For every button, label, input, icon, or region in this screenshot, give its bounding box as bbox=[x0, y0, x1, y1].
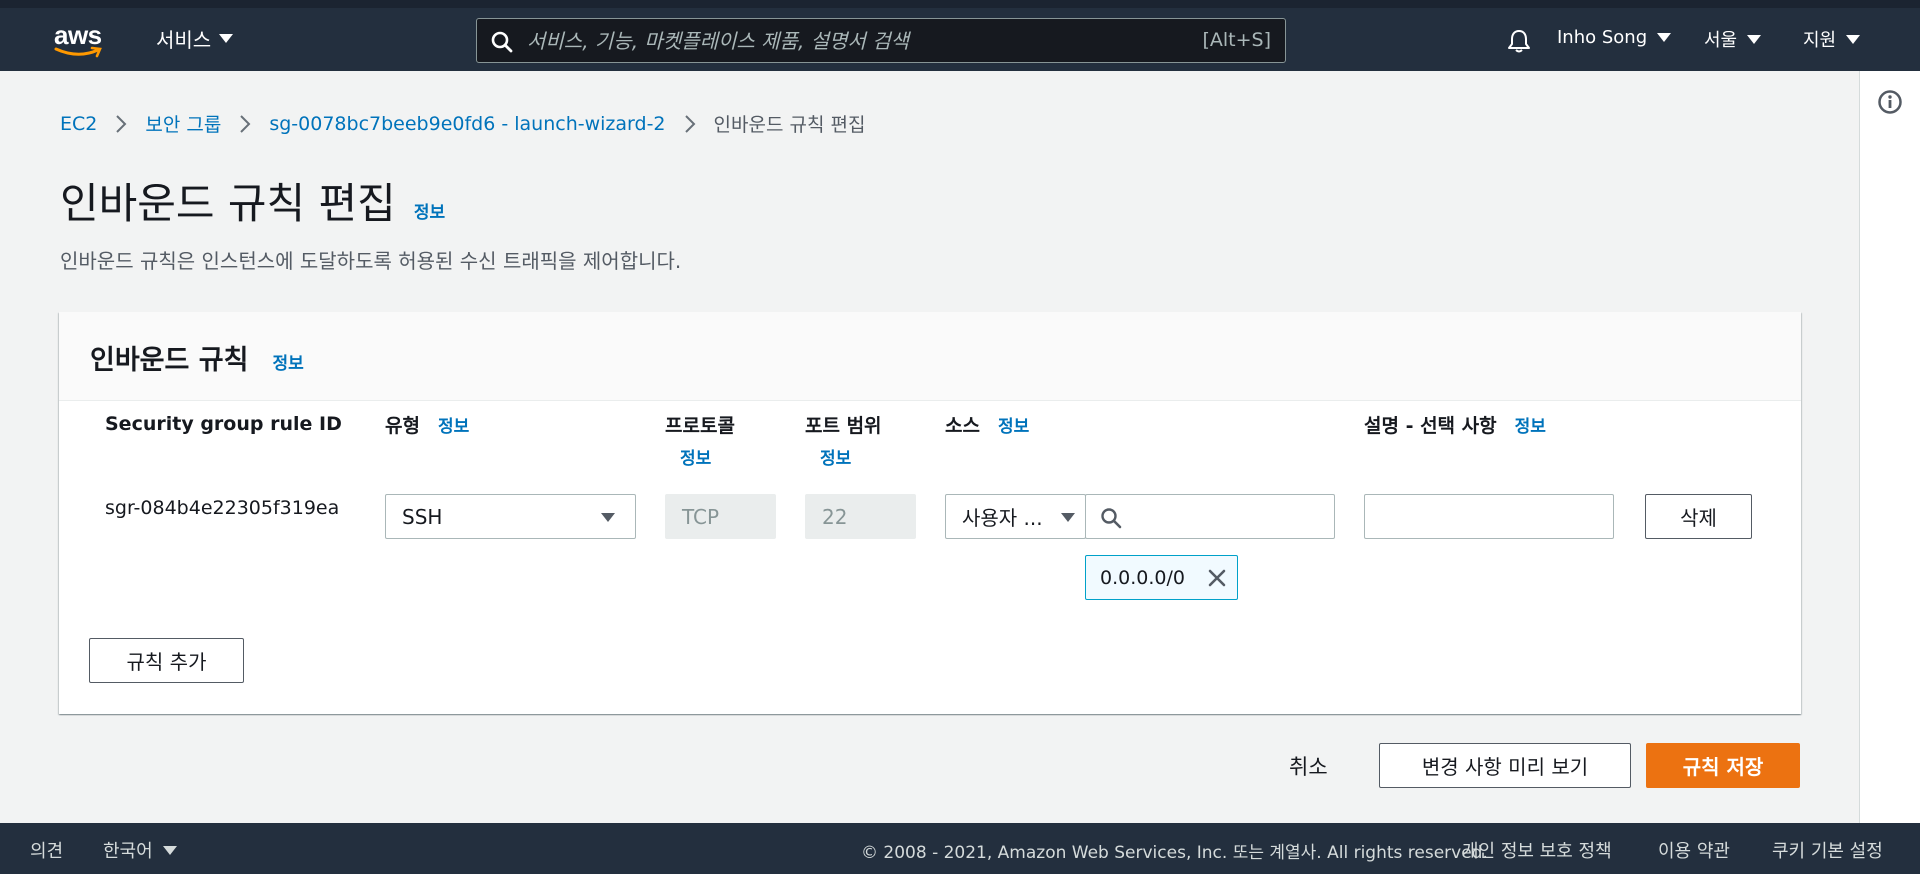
caret-down-icon bbox=[1657, 33, 1672, 42]
breadcrumb-ec2[interactable]: EC2 bbox=[60, 113, 97, 135]
save-label: 규칙 저장 bbox=[1682, 755, 1764, 779]
page-title: 인바운드 규칙 편집 정보 bbox=[60, 170, 445, 231]
search-shortcut: [Alt+S] bbox=[1202, 29, 1271, 51]
col-header-rule-id: Security group rule ID bbox=[105, 413, 342, 435]
top-nav: aws 서비스 [Alt+S] Inho Song 서울 지원 bbox=[0, 0, 1920, 71]
col-source-info-link[interactable]: 정보 bbox=[998, 417, 1029, 437]
page-info-link[interactable]: 정보 bbox=[414, 198, 445, 223]
caret-down-icon bbox=[1747, 34, 1762, 44]
aws-logo-text: aws bbox=[54, 20, 102, 50]
panel-title-text: 인바운드 규칙 bbox=[90, 345, 249, 376]
panel-info-link[interactable]: 정보 bbox=[272, 349, 303, 374]
support-menu[interactable]: 지원 bbox=[1803, 26, 1861, 52]
close-icon[interactable] bbox=[1207, 568, 1227, 588]
global-search[interactable]: [Alt+S] bbox=[476, 18, 1286, 63]
feedback-link[interactable]: 의견 bbox=[30, 837, 63, 863]
col-header-description: 설명 - 선택 사항 정보 bbox=[1364, 411, 1546, 438]
protocol-field: TCP bbox=[665, 494, 776, 539]
source-token-value: 0.0.0.0/0 bbox=[1100, 566, 1185, 589]
search-icon bbox=[491, 31, 513, 53]
user-name: Inho Song bbox=[1557, 27, 1648, 48]
rule-id-value: sgr-084b4e22305f319ea bbox=[105, 497, 340, 519]
footer: 의견 한국어 © 2008 - 2021, Amazon Web Service… bbox=[0, 823, 1920, 874]
search-icon bbox=[1101, 508, 1122, 529]
caret-down-icon bbox=[219, 34, 234, 43]
caret-down-icon bbox=[601, 513, 615, 522]
source-type-select[interactable]: 사용자 ... bbox=[945, 494, 1086, 539]
col-protocol-label: 프로토콜 bbox=[665, 415, 735, 437]
inbound-rules-panel: 인바운드 규칙 정보 Security group rule ID 유형 정보 프… bbox=[59, 312, 1801, 714]
col-port-info-link[interactable]: 정보 bbox=[820, 444, 882, 469]
notification-bell-icon[interactable] bbox=[1506, 28, 1532, 54]
caret-down-icon bbox=[1846, 34, 1861, 44]
services-label: 서비스 bbox=[156, 28, 212, 52]
caret-down-icon bbox=[162, 845, 177, 855]
port-value: 22 bbox=[822, 504, 848, 529]
delete-label: 삭제 bbox=[1680, 506, 1717, 530]
col-description-info-link[interactable]: 정보 bbox=[1515, 417, 1546, 437]
source-token: 0.0.0.0/0 bbox=[1085, 555, 1238, 600]
col-source-label: 소스 bbox=[945, 415, 980, 437]
language-label: 한국어 bbox=[103, 841, 153, 862]
services-menu[interactable]: 서비스 bbox=[156, 24, 234, 53]
description-input[interactable] bbox=[1364, 494, 1614, 539]
cookie-settings-link[interactable]: 쿠키 기본 설정 bbox=[1772, 837, 1883, 863]
aws-smile-icon bbox=[54, 46, 102, 58]
panel-header: 인바운드 규칙 정보 bbox=[59, 312, 1801, 401]
col-description-label: 설명 - 선택 사항 bbox=[1364, 415, 1497, 437]
breadcrumb-security-groups[interactable]: 보안 그룹 bbox=[145, 110, 221, 137]
panel-title: 인바운드 규칙 정보 bbox=[90, 338, 304, 377]
user-menu[interactable]: Inho Song bbox=[1557, 27, 1672, 48]
terms-link[interactable]: 이용 약관 bbox=[1658, 837, 1730, 863]
support-label: 지원 bbox=[1803, 30, 1837, 51]
copyright-text: © 2008 - 2021, Amazon Web Services, Inc.… bbox=[861, 843, 1488, 863]
cancel-button[interactable]: 취소 bbox=[1289, 751, 1328, 781]
search-input[interactable] bbox=[527, 19, 1167, 62]
page-title-text: 인바운드 규칙 편집 bbox=[60, 179, 396, 228]
delete-rule-button[interactable]: 삭제 bbox=[1645, 494, 1752, 539]
add-rule-label: 규칙 추가 bbox=[126, 650, 207, 674]
type-select[interactable]: SSH bbox=[385, 494, 636, 539]
save-rules-button[interactable]: 규칙 저장 bbox=[1646, 743, 1800, 788]
breadcrumb: EC2 보안 그룹 sg-0078bc7beeb9e0fd6 - launch-… bbox=[60, 110, 865, 137]
preview-label: 변경 사항 미리 보기 bbox=[1421, 755, 1589, 779]
breadcrumb-security-group[interactable]: sg-0078bc7beeb9e0fd6 - launch-wizard-2 bbox=[269, 113, 665, 135]
col-type-label: 유형 bbox=[385, 415, 420, 437]
region-label: 서울 bbox=[1704, 30, 1738, 51]
region-menu[interactable]: 서울 bbox=[1704, 26, 1762, 52]
port-range-field: 22 bbox=[805, 494, 916, 539]
source-search-input[interactable] bbox=[1085, 494, 1335, 539]
tools-panel-strip bbox=[1859, 71, 1920, 823]
caret-down-icon bbox=[1061, 513, 1075, 522]
type-select-value: SSH bbox=[402, 504, 443, 529]
info-circle-icon[interactable] bbox=[1877, 89, 1903, 115]
privacy-link[interactable]: 개인 정보 보호 정책 bbox=[1462, 837, 1612, 863]
chevron-right-icon bbox=[116, 114, 127, 133]
col-port-label: 포트 범위 bbox=[805, 415, 882, 437]
aws-logo[interactable]: aws bbox=[54, 22, 106, 62]
add-rule-button[interactable]: 규칙 추가 bbox=[89, 638, 244, 683]
chevron-right-icon bbox=[684, 114, 695, 133]
preview-changes-button[interactable]: 변경 사항 미리 보기 bbox=[1379, 743, 1631, 788]
col-header-source: 소스 정보 bbox=[945, 411, 1029, 438]
col-protocol-info-link[interactable]: 정보 bbox=[680, 444, 735, 469]
col-header-protocol: 프로토콜 정보 bbox=[665, 411, 735, 469]
breadcrumb-current: 인바운드 규칙 편집 bbox=[713, 114, 866, 136]
language-select[interactable]: 한국어 bbox=[103, 837, 177, 863]
col-rule-id-label: Security group rule ID bbox=[105, 413, 342, 435]
col-type-info-link[interactable]: 정보 bbox=[438, 417, 469, 437]
col-header-type: 유형 정보 bbox=[385, 411, 469, 438]
col-header-port-range: 포트 범위 정보 bbox=[805, 411, 882, 469]
protocol-value: TCP bbox=[682, 504, 720, 529]
source-type-value: 사용자 ... bbox=[962, 506, 1043, 530]
page-description: 인바운드 규칙은 인스턴스에 도달하도록 허용된 수신 트래픽을 제어합니다. bbox=[60, 249, 682, 273]
chevron-right-icon bbox=[240, 114, 251, 133]
